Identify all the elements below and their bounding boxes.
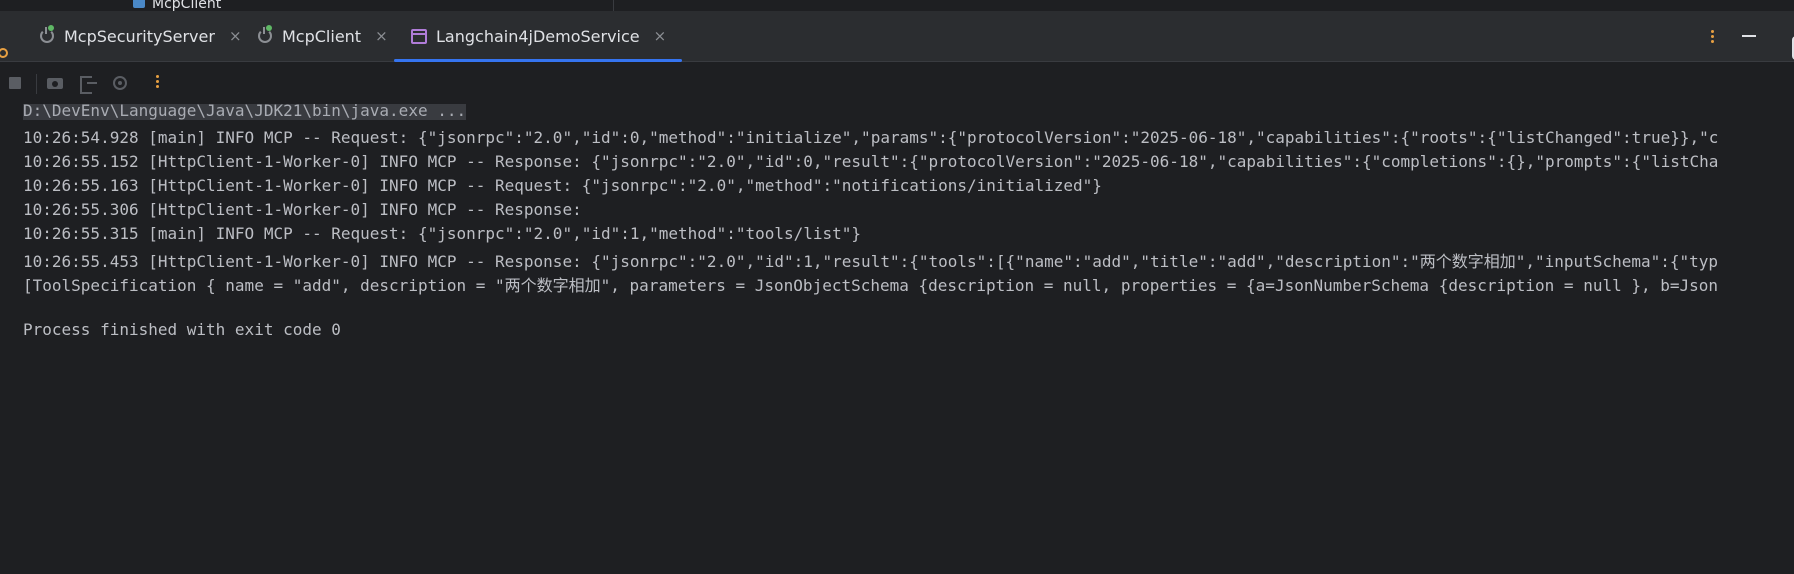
module-icon: [133, 0, 145, 8]
process-exit-line: Process finished with exit code 0: [23, 320, 341, 339]
stop-button[interactable]: [6, 74, 24, 92]
divider: [613, 0, 614, 11]
run-tab-bar: McpSecurityServer × McpClient × Langchai…: [0, 11, 1794, 62]
log-line: 10:26:55.315 [main] INFO MCP -- Request:…: [23, 224, 862, 243]
log-line: 10:26:54.928 [main] INFO MCP -- Request:…: [23, 128, 1719, 147]
close-icon[interactable]: ×: [654, 27, 667, 45]
log-line: 10:26:55.453 [HttpClient-1-Worker-0] INF…: [23, 252, 1719, 271]
log-line: 10:26:55.152 [HttpClient-1-Worker-0] INF…: [23, 152, 1719, 171]
tab-langchain4j-demo-service[interactable]: Langchain4jDemoService ×: [394, 11, 683, 62]
power-icon: [256, 25, 274, 45]
tab-mcp-security-server[interactable]: McpSecurityServer ×: [38, 11, 242, 61]
console-output[interactable]: D:\DevEnv\Language\Java\JDK21\bin\java.e…: [0, 104, 1794, 574]
command-line[interactable]: D:\DevEnv\Language\Java\JDK21\bin\java.e…: [23, 104, 467, 120]
exit-button[interactable]: [79, 74, 97, 94]
close-icon[interactable]: ×: [375, 27, 388, 45]
minimize-button[interactable]: [1742, 11, 1756, 61]
partial-tab-icon: [0, 48, 8, 58]
top-strip: McpClient: [0, 0, 1794, 12]
minimize-icon: [1742, 35, 1756, 37]
more-icon: [1711, 29, 1714, 43]
tab-label: Langchain4jDemoService: [436, 26, 640, 46]
more-options-button[interactable]: [1711, 11, 1714, 61]
stop-icon: [9, 77, 21, 89]
log-line: 10:26:55.163 [HttpClient-1-Worker-0] INF…: [23, 176, 1102, 195]
power-icon: [38, 25, 56, 45]
toolbar-more-button[interactable]: [148, 74, 166, 92]
window-icon: [410, 27, 428, 45]
close-icon[interactable]: ×: [229, 27, 242, 45]
settings-button[interactable]: [111, 74, 129, 92]
more-icon: [148, 75, 166, 88]
console-toolbar: [0, 62, 1794, 104]
log-line: 10:26:55.306 [HttpClient-1-Worker-0] INF…: [23, 200, 582, 219]
tab-mcp-client[interactable]: McpClient ×: [256, 11, 388, 61]
tab-label: McpSecurityServer: [64, 26, 215, 46]
toolbar-separator: [36, 74, 37, 94]
exit-icon: [80, 76, 92, 94]
log-line: [ToolSpecification { name = "add", descr…: [23, 276, 1719, 295]
screenshot-button[interactable]: [46, 74, 64, 92]
tab-label: McpClient: [282, 26, 362, 46]
